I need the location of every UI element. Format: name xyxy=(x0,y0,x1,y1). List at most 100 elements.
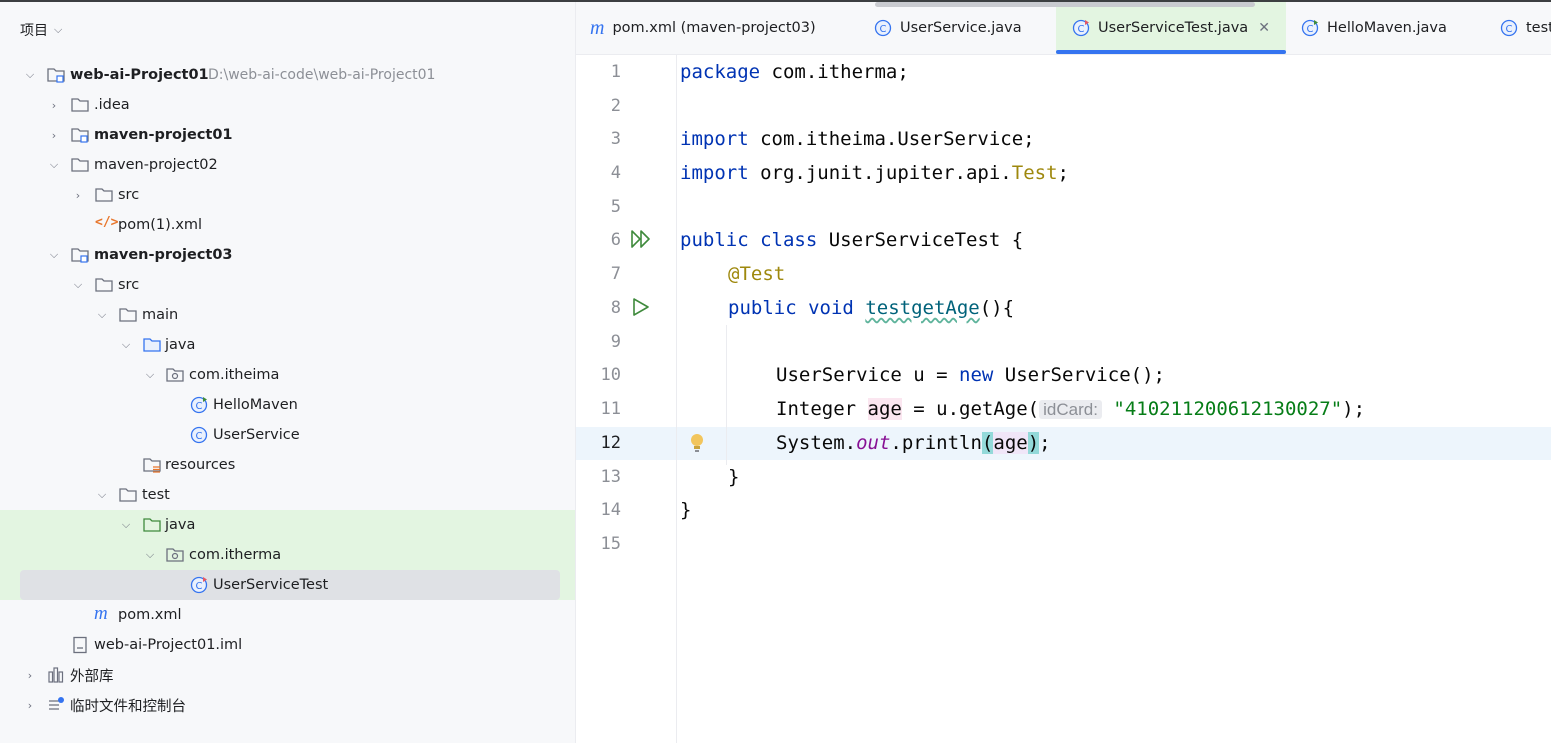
tree-item-userservice[interactable]: C UserService xyxy=(0,420,575,450)
folder-icon xyxy=(71,158,89,172)
scratches-icon xyxy=(49,697,64,710)
chevron-down-icon[interactable]: ⌵ xyxy=(120,518,132,531)
chevron-down-icon[interactable]: ⌵ xyxy=(24,68,36,81)
tree-item-label: UserServiceTest xyxy=(213,577,329,593)
tree-item-maven-project02[interactable]: ⌵ maven-project02 xyxy=(0,150,575,180)
tab-label: UserServiceTest.java xyxy=(1098,20,1249,36)
active-tab-indicator xyxy=(1056,50,1286,54)
tree-item-test[interactable]: ⌵ test xyxy=(0,480,575,510)
code-line-1: package com.itherma; xyxy=(680,61,909,83)
module-folder-icon xyxy=(71,128,89,143)
tree-item-src[interactable]: ⌵ src xyxy=(0,270,575,300)
tree-item-label: HelloMaven xyxy=(213,397,298,413)
tree-item-main[interactable]: ⌵ main xyxy=(0,300,575,330)
tab-test[interactable]: C test xyxy=(1500,2,1551,54)
chevron-right-icon[interactable]: › xyxy=(72,189,84,202)
chevron-down-icon[interactable]: ⌵ xyxy=(144,548,156,561)
tab-pom-xml[interactable]: m pom.xml (maven-project03) xyxy=(590,2,816,54)
tree-item-maven-project01[interactable]: › maven-project01 xyxy=(0,120,575,150)
code-line-7: @Test xyxy=(728,263,786,285)
module-folder-icon xyxy=(71,248,89,263)
chevron-right-icon[interactable]: › xyxy=(48,99,60,112)
chevron-down-icon[interactable]: ⌵ xyxy=(96,308,108,321)
tree-item-label: java xyxy=(165,517,196,533)
tree-item-maven-project03[interactable]: ⌵ maven-project03 xyxy=(0,240,575,270)
xml-file-icon: </> xyxy=(95,215,119,230)
code-line-4: import org.junit.jupiter.api.Test; xyxy=(680,162,1069,184)
tree-item-userservicetest[interactable]: C UserServiceTest xyxy=(0,570,575,600)
java-class-run-icon: C xyxy=(190,396,208,414)
tree-item-iml[interactable]: web-ai-Project01.iml xyxy=(0,630,575,660)
tree-item-label: main xyxy=(142,307,179,323)
chevron-right-icon[interactable]: › xyxy=(24,669,36,682)
tree-item-pom1-xml[interactable]: </> pom(1).xml xyxy=(0,210,575,240)
tab-label: pom.xml (maven-project03) xyxy=(612,20,816,36)
code-line-8: public void testgetAge(){ xyxy=(728,297,1015,319)
tree-item-label: .idea xyxy=(94,97,130,113)
chevron-down-icon[interactable]: ⌵ xyxy=(120,338,132,351)
chevron-down-icon[interactable]: ⌵ xyxy=(96,488,108,501)
tree-item-test-java[interactable]: ⌵ java xyxy=(0,510,575,540)
svg-text:C: C xyxy=(196,401,203,412)
tree-item-src[interactable]: › src xyxy=(0,180,575,210)
file-icon xyxy=(73,636,87,654)
tree-item-label: 临时文件和控制台 xyxy=(70,698,186,715)
tree-item-label: maven-project03 xyxy=(94,247,233,263)
tab-label: UserService.java xyxy=(900,20,1022,36)
chevron-down-icon[interactable]: ⌵ xyxy=(144,368,156,381)
java-class-icon: C xyxy=(190,426,208,444)
close-icon[interactable]: ✕ xyxy=(1258,20,1270,36)
tree-item-resources[interactable]: resources xyxy=(0,450,575,480)
tree-item-label: src xyxy=(118,187,140,203)
maven-icon: m xyxy=(590,16,605,39)
line-number: 11 xyxy=(600,399,621,419)
tree-item-java[interactable]: ⌵ java xyxy=(0,330,575,360)
tree-item-pom-xml[interactable]: m pom.xml xyxy=(0,600,575,630)
line-number: 3 xyxy=(610,129,621,149)
tree-item-web-ai-project01[interactable]: ⌵ web-ai-Project01 D:\web-ai-code\web-ai… xyxy=(0,60,575,90)
chevron-right-icon[interactable]: › xyxy=(24,699,36,712)
tree-item-label: test xyxy=(142,487,170,503)
tree-item-label: com.itheima xyxy=(189,367,280,383)
svg-text:C: C xyxy=(1506,24,1513,35)
line-number: 2 xyxy=(610,96,621,116)
tree-item-external-libraries[interactable]: › 外部库 xyxy=(0,660,575,690)
run-test-icon[interactable] xyxy=(632,297,650,317)
project-panel-header[interactable]: 项目 ⌵ xyxy=(20,20,62,40)
run-all-tests-icon[interactable] xyxy=(630,229,652,249)
tab-userservicetest-java[interactable]: C UserServiceTest.java ✕ xyxy=(1056,2,1286,54)
svg-text:C: C xyxy=(880,24,887,35)
tree-item-label: java xyxy=(165,337,196,353)
lightbulb-icon[interactable] xyxy=(690,433,704,453)
line-number-current: 12 xyxy=(600,433,621,453)
line-number: 1 xyxy=(610,62,621,82)
code-line-13: } xyxy=(728,466,740,488)
tree-item-label: UserService xyxy=(213,427,300,443)
code-line-14: } xyxy=(680,499,692,521)
tab-userservice-java[interactable]: C UserService.java xyxy=(874,2,1022,54)
tree-item-hellomaven[interactable]: C HelloMaven xyxy=(0,390,575,420)
tab-hellomaven-java[interactable]: C HelloMaven.java xyxy=(1301,2,1447,54)
code-line-10: UserService u = new UserService(); xyxy=(776,364,1165,386)
chevron-down-icon[interactable]: ⌵ xyxy=(48,248,60,261)
line-number: 10 xyxy=(600,365,621,385)
tree-item-com-itherma[interactable]: ⌵ com.itherma xyxy=(0,540,575,570)
tree-item-com-itheima[interactable]: ⌵ com.itheima xyxy=(0,360,575,390)
chevron-down-icon[interactable]: ⌵ xyxy=(72,278,84,291)
tree-item-idea[interactable]: › .idea xyxy=(0,90,575,120)
tree-item-label: resources xyxy=(165,457,236,473)
chevron-right-icon[interactable]: › xyxy=(48,129,60,142)
tree-item-label: pom(1).xml xyxy=(118,217,203,233)
tree-item-label: maven-project02 xyxy=(94,157,218,173)
chevron-down-icon[interactable]: ⌵ xyxy=(48,158,60,171)
line-number: 14 xyxy=(600,500,621,520)
folder-icon xyxy=(95,188,113,202)
tab-bar-scrollbar[interactable] xyxy=(875,2,1255,7)
chevron-down-icon[interactable]: ⌵ xyxy=(54,23,62,37)
project-path: D:\web-ai-code\web-ai-Project01 xyxy=(208,67,436,83)
code-line-6: public class UserServiceTest { xyxy=(680,229,1024,251)
code-editor[interactable]: 1 2 3 4 5 6 7 8 9 10 11 12 13 14 15 pack… xyxy=(576,55,1551,743)
java-class-run-icon: C xyxy=(1301,19,1319,37)
folder-icon xyxy=(119,308,137,322)
tree-item-scratches[interactable]: › 临时文件和控制台 xyxy=(0,690,575,720)
